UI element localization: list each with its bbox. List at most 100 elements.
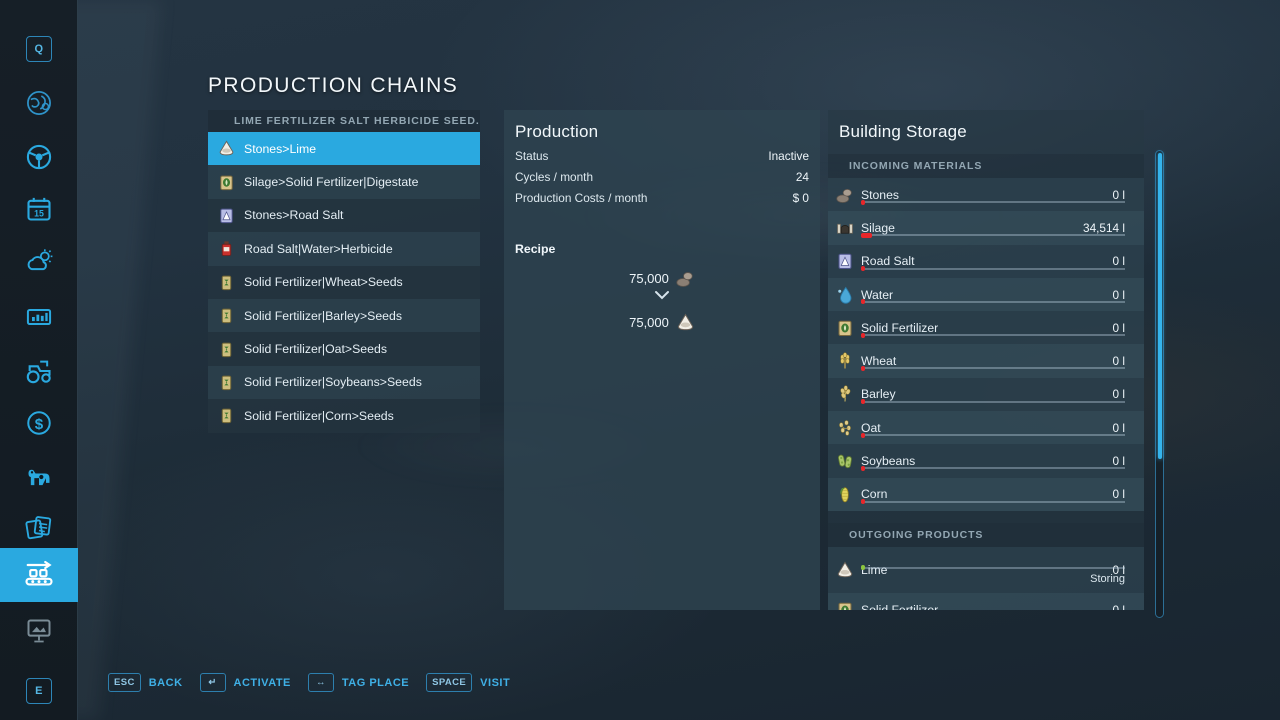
sidebar-item-calendar[interactable]: 15 (0, 182, 78, 236)
seeds-icon (218, 274, 235, 291)
help-bar-key: SPACE (426, 673, 472, 692)
storage-row[interactable]: Corn0 l (828, 478, 1144, 511)
storage-fill-bar (861, 501, 1125, 503)
recipe-label: Recipe (504, 242, 820, 256)
storage-row[interactable]: Soybeans0 l (828, 444, 1144, 477)
chain-list-item[interactable]: Solid Fertilizer|Barley>Seeds (208, 299, 480, 332)
globe-icon (25, 89, 53, 117)
storage-fill-indicator (861, 299, 865, 304)
storage-row[interactable]: Barley0 l (828, 378, 1144, 411)
production-stats: StatusInactiveCycles / month24Production… (504, 149, 820, 205)
production-stat-label: Production Costs / month (515, 191, 647, 205)
cow-icon (25, 463, 53, 491)
storage-row[interactable]: Silage34,514 l (828, 211, 1144, 244)
storage-scrollbar[interactable] (1155, 150, 1164, 618)
help-bar-label: ACTIVATE (234, 677, 291, 689)
storage-fill-bar (861, 434, 1125, 436)
storage-row[interactable]: Road Salt0 l (828, 245, 1144, 278)
storage-row-amount: 0 l (1113, 321, 1125, 335)
storage-row[interactable]: Oat0 l (828, 411, 1144, 444)
help-bar-action[interactable]: ↔TAG PLACE (308, 673, 409, 692)
wheat-icon (836, 352, 854, 370)
storage-row-name: Barley (861, 387, 1113, 401)
chain-list-item[interactable]: Solid Fertilizer|Oat>Seeds (208, 332, 480, 365)
chain-list-item-label: Solid Fertilizer|Soybeans>Seeds (244, 375, 422, 389)
sidebar-item-animals[interactable] (0, 450, 78, 504)
sidebar-item-contracts[interactable] (0, 344, 78, 398)
storage-fill-indicator (861, 333, 865, 338)
herbicide-icon (218, 240, 235, 257)
storage-row-amount: 0 l (1113, 288, 1125, 302)
recipe-input-amount: 75,000 (629, 271, 669, 286)
chevron-down-icon (504, 290, 820, 300)
svg-text:15: 15 (34, 209, 44, 219)
storage-fill-bar (861, 201, 1125, 203)
storage-row[interactable]: Solid Fertilizer0 l (828, 311, 1144, 344)
fertilizer-bag-icon (836, 601, 854, 610)
help-bar-action[interactable]: ↵ ACTIVATE (200, 673, 291, 692)
key-e-icon: E (26, 678, 52, 704)
sidebar-item-map[interactable] (0, 76, 78, 130)
chain-list-item[interactable]: Stones>Road Salt (208, 199, 480, 232)
fertilizer-bag-icon (836, 319, 854, 337)
storage-fill-bar (861, 401, 1125, 403)
chain-list-item[interactable]: Solid Fertilizer|Wheat>Seeds (208, 266, 480, 299)
storage-scrollbar-thumb[interactable] (1158, 153, 1162, 459)
storage-row-name: Water (861, 288, 1113, 302)
sidebar-item-key-e[interactable]: E (0, 664, 78, 718)
incoming-materials-header: INCOMING MATERIALS (828, 154, 1144, 178)
production-chain-list-panel: LIME FERTILIZER SALT HERBICIDE SEED. Sto… (208, 110, 480, 433)
sidebar-item-statistics[interactable] (0, 290, 78, 344)
storage-row-name: Solid Fertilizer (861, 321, 1113, 335)
storage-row[interactable]: Water0 l (828, 278, 1144, 311)
storage-row-name: Corn (861, 487, 1113, 501)
lime-pile-icon (676, 313, 695, 332)
sidebar-item-key-q[interactable]: Q (0, 22, 78, 76)
help-bar-action[interactable]: SPACEVISIT (426, 673, 510, 692)
sidebar-item-production[interactable] (0, 548, 78, 602)
storage-fill-bar (861, 567, 1125, 569)
picture-icon (25, 617, 53, 645)
lime-pile-icon (218, 140, 235, 157)
seeds-icon (218, 374, 235, 391)
chain-list-item[interactable]: Solid Fertilizer|Soybeans>Seeds (208, 366, 480, 399)
storage-row[interactable]: Stones0 l (828, 178, 1144, 211)
sidebar-item-screenshot[interactable] (0, 604, 78, 658)
fertilizer-bag-icon (218, 174, 235, 191)
recipe-output-row: 75,000 (504, 313, 820, 332)
production-stat-row: StatusInactive (504, 149, 820, 163)
storage-row[interactable]: Solid Fertilizer0 l (828, 593, 1144, 610)
help-bar-action[interactable]: ESCBACK (108, 673, 183, 692)
sidebar-item-documents[interactable] (0, 500, 78, 554)
production-stat-label: Cycles / month (515, 170, 593, 184)
storage-fill-indicator (861, 266, 865, 271)
storage-fill-indicator (861, 433, 865, 438)
chain-list-item-label: Solid Fertilizer|Oat>Seeds (244, 342, 387, 356)
help-bar-key: ↵ (200, 673, 226, 692)
storage-panel-title: Building Storage (828, 110, 1144, 142)
sidebar-item-finances[interactable]: $ (0, 396, 78, 450)
production-stat-value: $ 0 (793, 191, 809, 205)
storage-row[interactable]: Wheat0 l (828, 344, 1144, 377)
seeds-icon (218, 341, 235, 358)
production-stat-value: Inactive (768, 149, 809, 163)
storage-row[interactable]: Lime0 lStoring (828, 547, 1144, 593)
chain-list-item[interactable]: Silage>Solid Fertilizer|Digestate (208, 165, 480, 198)
storage-row-status: Storing (1090, 573, 1125, 585)
storage-fill-indicator (861, 200, 865, 205)
sidebar-item-vehicles[interactable] (0, 130, 78, 184)
chain-list-item[interactable]: Stones>Lime (208, 132, 480, 165)
chain-list-item-label: Road Salt|Water>Herbicide (244, 242, 393, 256)
key-q-icon: Q (26, 36, 52, 62)
chain-list-rows: Stones>LimeSilage>Solid Fertilizer|Diges… (208, 132, 480, 433)
storage-row-amount: 0 l (1113, 354, 1125, 368)
production-stat-row: Production Costs / month $ 0 (504, 191, 820, 205)
chain-list-item[interactable]: Solid Fertilizer|Corn>Seeds (208, 399, 480, 432)
chain-list-item[interactable]: Road Salt|Water>Herbicide (208, 232, 480, 265)
storage-row-amount: 0 l (1113, 454, 1125, 468)
sidebar-item-weather[interactable] (0, 234, 78, 288)
storage-row-name: Lime (861, 563, 1113, 577)
storage-row-name: Solid Fertilizer (861, 603, 1113, 610)
help-bar-label: TAG PLACE (342, 677, 409, 689)
lime-pile-icon (836, 561, 854, 579)
